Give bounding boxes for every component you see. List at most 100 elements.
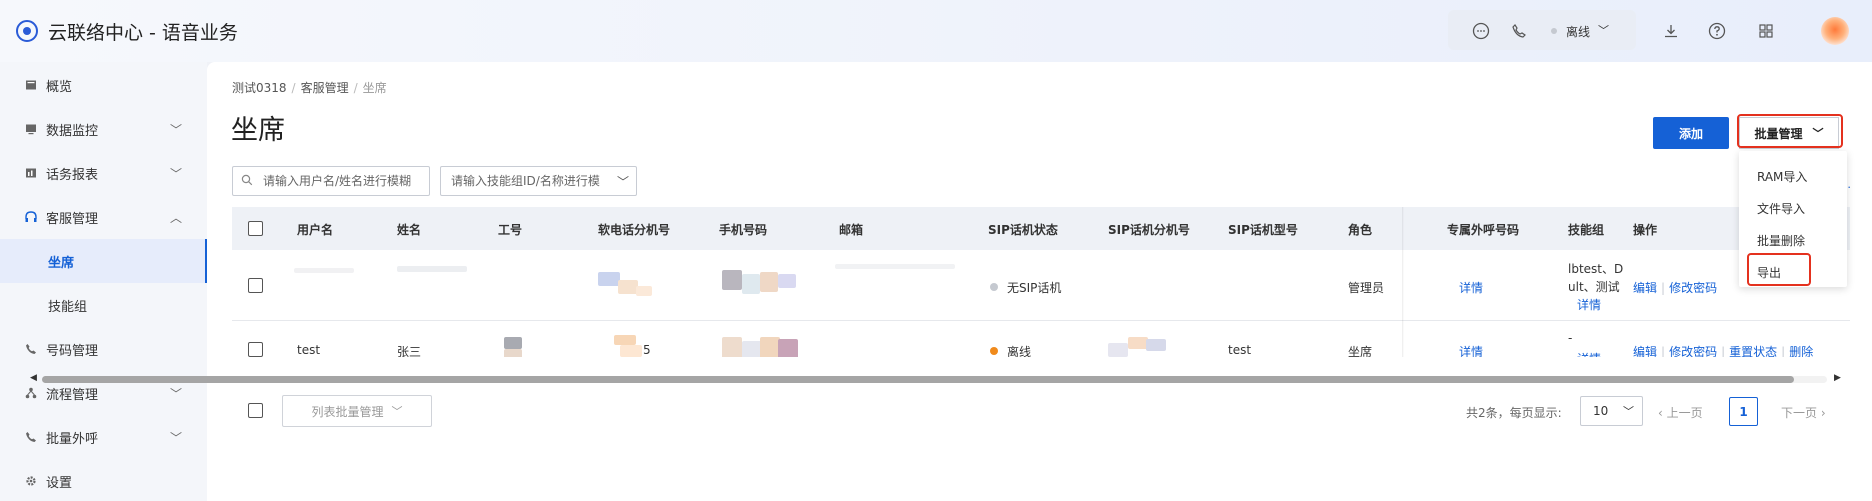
- chevron-down-icon: ﹀: [170, 122, 183, 137]
- row-checkbox[interactable]: [248, 278, 263, 293]
- sidebar-item-number-management[interactable]: 号码管理: [0, 327, 207, 371]
- skill-group-text: ult、测试: [1568, 280, 1620, 294]
- sidebar-item-label: 流程管理: [46, 387, 99, 403]
- redacted-sip-ext: [1146, 339, 1166, 351]
- redacted-softphone: [598, 272, 620, 286]
- list-batch-manage-label: 列表批量管理: [311, 404, 384, 419]
- skill-group-detail-link[interactable]: 详情: [1577, 350, 1601, 357]
- sidebar-item-label: 技能组: [48, 299, 88, 315]
- breadcrumb-item[interactable]: 测试0318: [232, 81, 287, 95]
- col-skill-group[interactable]: 技能组: [1568, 221, 1604, 238]
- avatar[interactable]: [1821, 17, 1849, 45]
- menu-item-file-import[interactable]: 文件导入: [1757, 200, 1805, 217]
- sidebar-item-traffic-report[interactable]: 话务报表 ﹀: [0, 151, 207, 195]
- sidebar: 概览 数据监控 ﹀ 话务报表 ﹀ 客服管理 ︿ 坐席 技能组 号码管理 流程管理…: [0, 62, 207, 501]
- col-outbound-number[interactable]: 专属外呼号码: [1447, 221, 1519, 238]
- col-username[interactable]: 用户名: [297, 221, 333, 238]
- username: test: [297, 343, 321, 357]
- menu-item-batch-delete[interactable]: 批量删除: [1757, 232, 1805, 249]
- redacted-mobile: [722, 337, 742, 357]
- col-mobile[interactable]: 手机号码: [719, 221, 767, 238]
- delete-link[interactable]: 删除: [1789, 345, 1813, 357]
- row-checkbox[interactable]: [248, 342, 263, 357]
- overview-icon: [24, 78, 38, 92]
- change-password-link[interactable]: 修改密码: [1669, 345, 1717, 357]
- skill-group-text: lbtest、D: [1568, 262, 1624, 276]
- user-search-field[interactable]: [232, 166, 430, 196]
- edit-link[interactable]: 编辑: [1633, 281, 1657, 295]
- top-bar: 云联络中心 - 语音业务 离线 ﹀: [0, 0, 1872, 62]
- sidebar-item-skill-groups[interactable]: 技能组: [0, 283, 207, 327]
- reset-status-link[interactable]: 重置状态: [1729, 345, 1777, 357]
- agent-status[interactable]: 离线: [1566, 23, 1590, 40]
- sidebar-item-data-monitor[interactable]: 数据监控 ﹀: [0, 107, 207, 151]
- chevron-down-icon[interactable]: ﹀: [1598, 22, 1609, 38]
- col-employee-id[interactable]: 工号: [498, 221, 522, 238]
- menu-item-ram-import[interactable]: RAM导入: [1757, 168, 1807, 185]
- apps-grid-icon[interactable]: [1755, 20, 1777, 42]
- chevron-up-icon: ︿: [170, 210, 183, 225]
- scroll-left-arrow-icon[interactable]: ◀: [30, 373, 37, 383]
- skill-group-select[interactable]: ﹀: [440, 166, 637, 196]
- col-actions: 操作: [1633, 223, 1658, 237]
- col-sip-status[interactable]: SIP话机状态: [988, 221, 1058, 238]
- prev-page-label: 上一页: [1666, 406, 1703, 420]
- skill-group-input[interactable]: [451, 167, 607, 195]
- sidebar-item-settings[interactable]: 设置: [0, 459, 207, 501]
- list-batch-manage-button[interactable]: 列表批量管理 ﹀: [282, 395, 432, 427]
- footer-select-all-checkbox[interactable]: [248, 403, 263, 418]
- breadcrumb-item[interactable]: 客服管理: [301, 81, 349, 95]
- offline-status-dot: [990, 347, 998, 355]
- col-sip-ext[interactable]: SIP话机分机号: [1108, 221, 1190, 238]
- redacted-username: [294, 268, 354, 273]
- col-email[interactable]: 邮箱: [839, 221, 863, 238]
- horizontal-scrollbar-thumb[interactable]: [42, 376, 1794, 383]
- edit-link[interactable]: 编辑: [1633, 345, 1657, 357]
- outbound-number-detail-link[interactable]: 详情: [1459, 279, 1483, 296]
- sidebar-item-overview[interactable]: 概览: [0, 63, 207, 107]
- redacted-sip-ext: [1128, 337, 1148, 349]
- col-sip-model[interactable]: SIP话机型号: [1228, 221, 1298, 238]
- help-icon[interactable]: [1706, 20, 1728, 42]
- chevron-down-icon: ﹀: [170, 386, 183, 401]
- sidebar-item-agents[interactable]: 坐席: [0, 239, 207, 283]
- redacted-mobile: [742, 341, 762, 357]
- chevron-down-icon: ﹀: [391, 405, 403, 418]
- redacted-mobile: [722, 270, 742, 290]
- col-role[interactable]: 角色: [1348, 221, 1372, 238]
- page-size-value: 10: [1593, 404, 1609, 418]
- page-number-1[interactable]: 1: [1729, 397, 1758, 426]
- phone-icon: [24, 342, 38, 356]
- sidebar-item-customer-service[interactable]: 客服管理 ︿: [0, 195, 207, 239]
- redacted-mobile: [778, 274, 796, 288]
- redacted-employee-id: [504, 337, 522, 349]
- sidebar-item-label: 数据监控: [46, 123, 99, 139]
- sidebar-item-batch-outbound[interactable]: 批量外呼 ﹀: [0, 415, 207, 459]
- col-softphone-ext[interactable]: 软电话分机号: [598, 221, 670, 238]
- flow-icon: [24, 386, 38, 400]
- sidebar-item-label: 批量外呼: [46, 431, 99, 447]
- sidebar-item-label: 坐席: [48, 255, 75, 271]
- sip-model: test: [1228, 343, 1252, 357]
- col-name[interactable]: 姓名: [397, 221, 421, 238]
- chat-icon[interactable]: [1470, 20, 1492, 42]
- app-title: 云联络中心 - 语音业务: [48, 22, 238, 44]
- scroll-right-arrow-icon[interactable]: ▶: [1834, 373, 1841, 383]
- add-button[interactable]: 添加: [1653, 117, 1729, 149]
- monitor-icon: [24, 122, 38, 136]
- report-icon: [24, 166, 38, 180]
- download-icon[interactable]: [1660, 20, 1682, 42]
- skill-group-detail-link[interactable]: 详情: [1577, 296, 1601, 313]
- next-page-button[interactable]: 下一页 ›: [1781, 404, 1826, 421]
- redacted-name: [397, 266, 467, 272]
- select-all-checkbox[interactable]: [248, 221, 263, 236]
- outbound-number-detail-link[interactable]: 详情: [1459, 343, 1483, 357]
- phone-icon[interactable]: [1508, 20, 1530, 42]
- page-size-select[interactable]: 10 ﹀: [1580, 396, 1643, 426]
- no-sip-status-dot: [990, 283, 998, 291]
- prev-page-button[interactable]: ‹ 上一页: [1658, 404, 1703, 421]
- sidebar-item-label: 话务报表: [46, 167, 99, 183]
- change-password-link[interactable]: 修改密码: [1669, 281, 1717, 295]
- user-search-input[interactable]: [263, 167, 427, 195]
- sidebar-item-label: 客服管理: [46, 211, 99, 227]
